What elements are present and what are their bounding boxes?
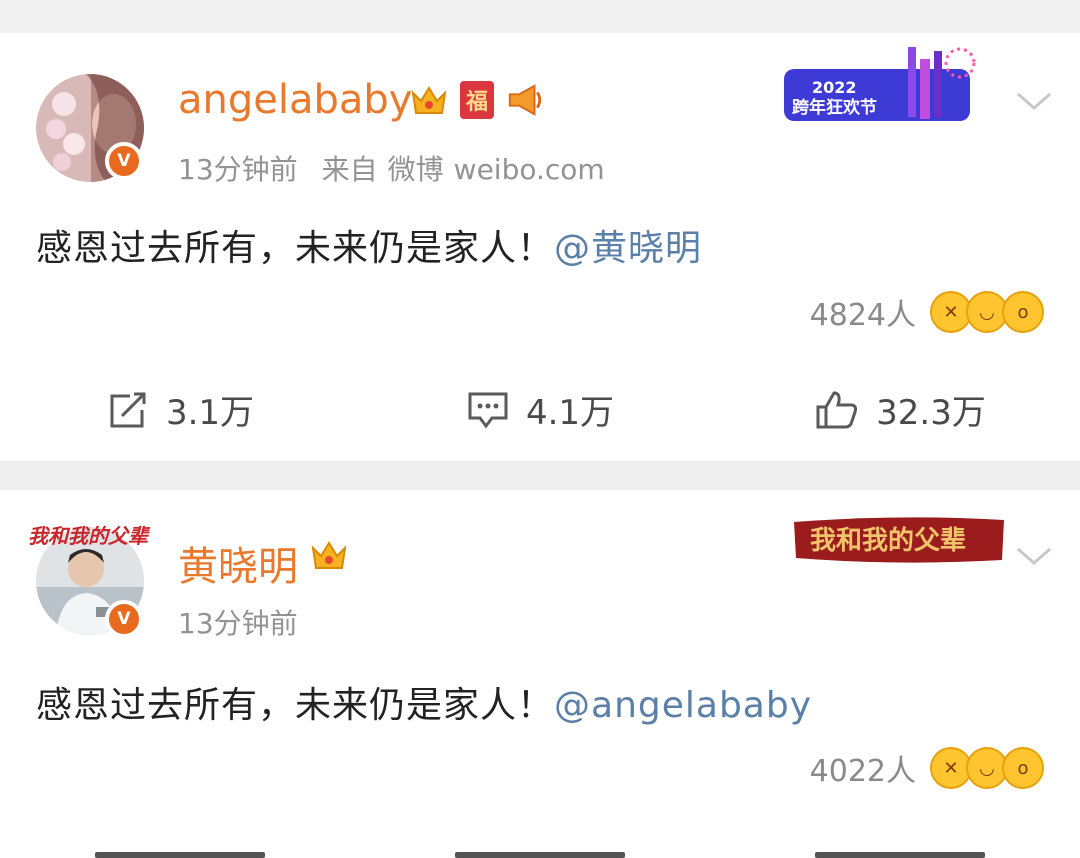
post-time: 13分钟前 — [178, 153, 298, 186]
author-name[interactable]: 黄晓明 — [178, 534, 298, 592]
repost-button[interactable]: 3.1万 — [0, 385, 360, 434]
movie-banner[interactable]: 我和我的父辈 — [790, 514, 1008, 566]
post-time: 13分钟前 — [178, 607, 298, 640]
action-bar: 3.1万 4.1万 32.3万 — [0, 385, 1080, 434]
post-text: 感恩过去所有，未来仍是家人！ — [36, 228, 555, 269]
event-banner[interactable]: 2022 跨年狂欢节 — [778, 41, 988, 133]
verified-badge: V — [105, 142, 143, 180]
post-content: 感恩过去所有，未来仍是家人！@angelababy — [36, 676, 812, 728]
like-count: 32.3万 — [876, 393, 986, 433]
like-icon — [816, 390, 858, 428]
crown-icon[interactable] — [310, 536, 348, 574]
author-badges — [310, 536, 348, 574]
crown-icon[interactable] — [410, 81, 448, 119]
repost-count: 3.1万 — [165, 393, 255, 433]
reaction-count: 4824人 — [809, 298, 916, 333]
surprised-emoji-icon: o — [1002, 747, 1044, 789]
source-app: 微博 — [387, 153, 444, 186]
surprised-emoji-icon: o — [1002, 291, 1044, 333]
fu-badge[interactable]: 福 — [460, 81, 494, 119]
feed-gap — [0, 0, 1080, 33]
author-badges: 福 — [410, 81, 544, 119]
author-name[interactable]: angelababy — [178, 77, 412, 123]
verified-badge: V — [105, 600, 143, 638]
banner-title: 我和我的父辈 — [810, 525, 966, 556]
banner-year: 2022 — [812, 78, 857, 97]
reaction-count: 4022人 — [809, 754, 916, 789]
reactions-summary[interactable]: 4824人 ✕ ◡ o — [810, 290, 1044, 334]
horn-icon[interactable] — [506, 81, 544, 119]
chevron-down-icon[interactable] — [1014, 536, 1054, 576]
post-meta: 13分钟前 — [178, 602, 322, 642]
repost-icon — [110, 392, 146, 427]
mention-link[interactable]: @黄晓明 — [554, 228, 702, 269]
mention-link[interactable]: @angelababy — [554, 685, 812, 726]
action-bar-cut-off — [0, 852, 1080, 858]
like-button[interactable]: 32.3万 — [720, 385, 1080, 434]
chevron-down-icon[interactable] — [1014, 81, 1054, 121]
comment-count: 4.1万 — [525, 393, 615, 433]
weibo-post-card[interactable]: 我和我的父辈 V 黄晓明 13分钟前 我和我的父辈 感恩过去所有，未来仍是家人！… — [0, 490, 1080, 858]
source-domain[interactable]: weibo.com — [454, 153, 605, 186]
post-text: 感恩过去所有，未来仍是家人！ — [36, 685, 555, 726]
banner-title: 跨年狂欢节 — [792, 97, 877, 118]
post-content: 感恩过去所有，未来仍是家人！@黄晓明 — [36, 219, 702, 271]
post-meta: 13分钟前 来自 微博 weibo.com — [178, 148, 605, 188]
source-prefix: 来自 — [321, 153, 378, 186]
reactions-summary[interactable]: 4022人 ✕ ◡ o — [810, 746, 1044, 790]
comment-button[interactable]: 4.1万 — [360, 385, 720, 434]
comment-icon — [468, 392, 508, 428]
avatar-frame-caption: 我和我的父辈 — [28, 524, 148, 548]
weibo-post-card[interactable]: V angelababy 福 13分钟前 来自 微博 weibo.com 2022 跨… — [0, 33, 1080, 461]
